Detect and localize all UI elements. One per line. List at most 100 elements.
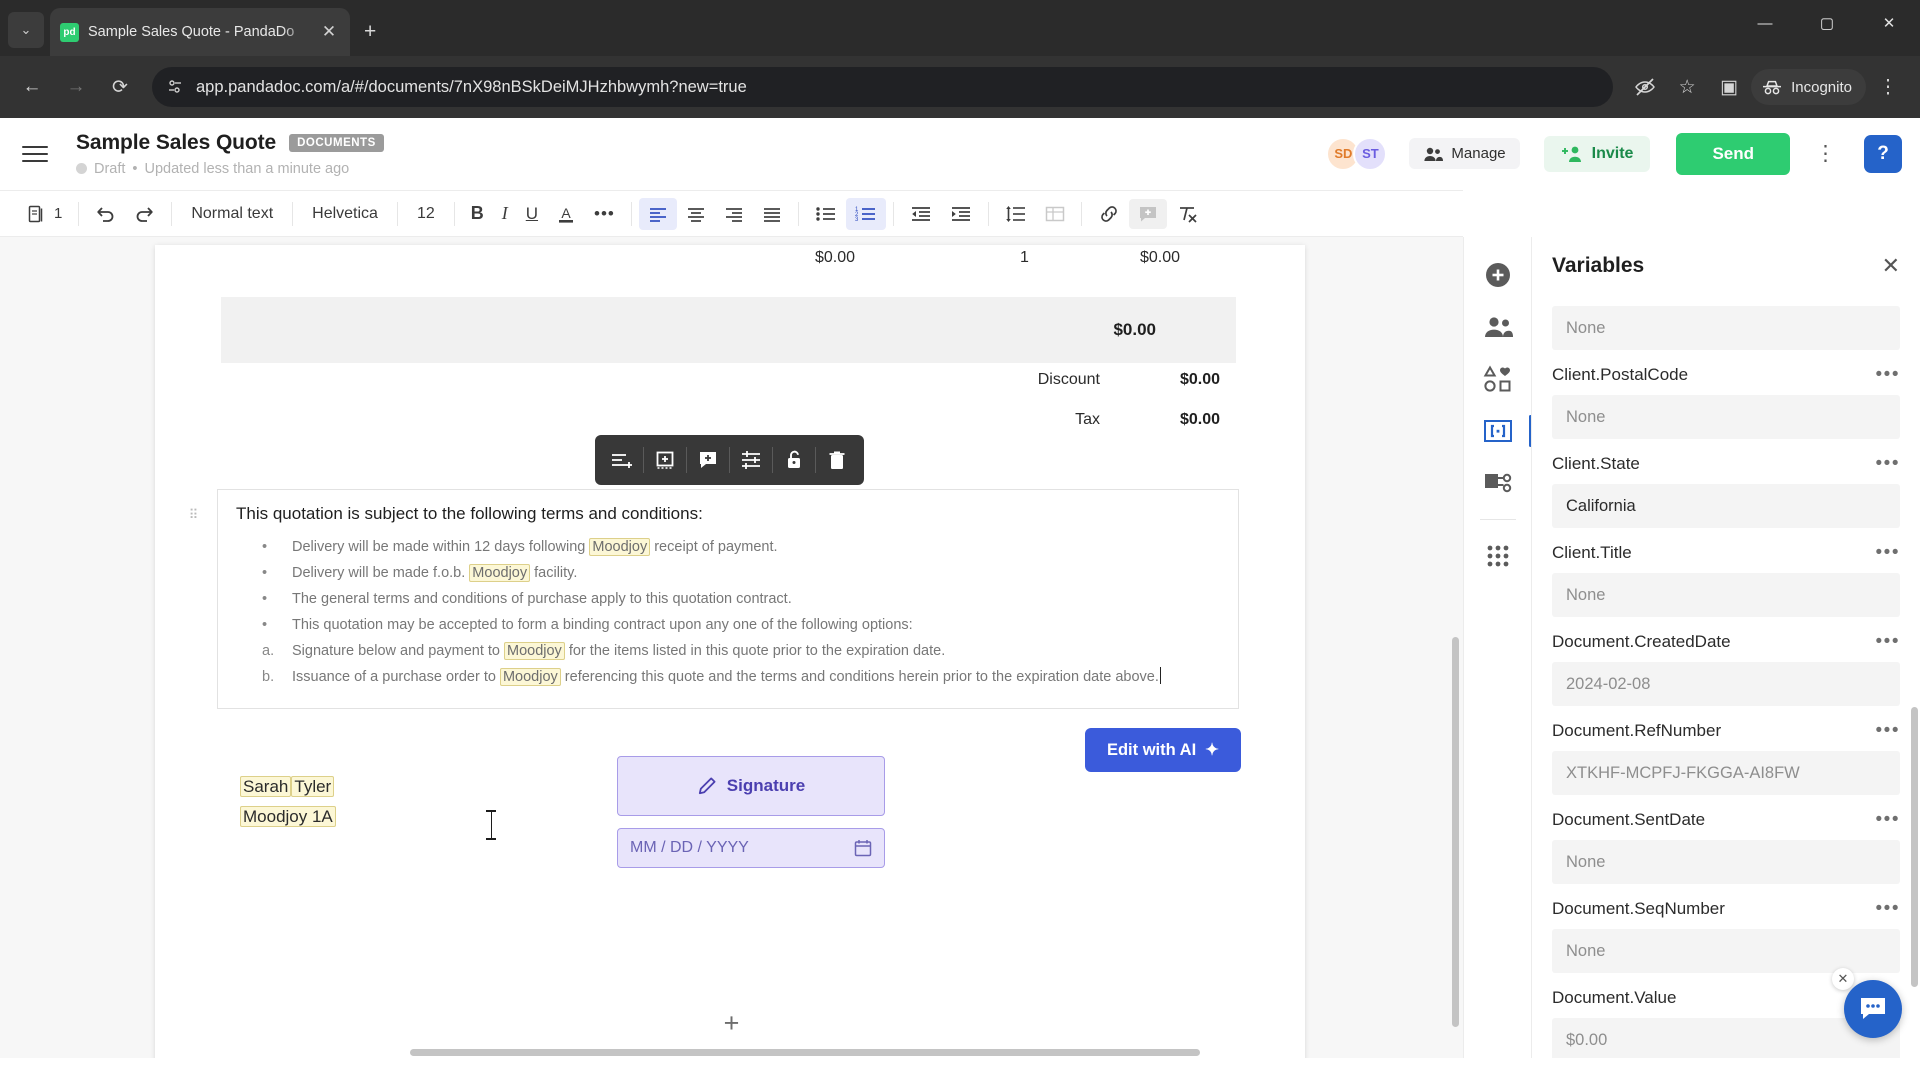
variable-menu-icon[interactable]: ••• <box>1876 720 1900 742</box>
line-spacing-icon[interactable] <box>996 191 1036 237</box>
address-bar[interactable]: app.pandadoc.com/a/#/documents/7nX98nBSk… <box>152 67 1614 107</box>
add-comment-icon[interactable] <box>687 439 729 481</box>
variable-token[interactable]: Moodjoy <box>589 538 651 556</box>
eye-off-icon[interactable] <box>1625 67 1665 107</box>
variable-value-input[interactable]: None <box>1552 395 1900 439</box>
font-size-select[interactable]: 12 <box>405 205 447 223</box>
close-tab-icon[interactable]: ✕ <box>318 22 340 42</box>
variable-value-input[interactable]: XTKHF-MCPFJ-FKGGA-AI8FW <box>1552 751 1900 795</box>
paragraph-style-select[interactable]: Normal text <box>179 205 285 223</box>
variable-value-input[interactable]: None <box>1552 306 1900 350</box>
delete-icon[interactable] <box>816 439 858 481</box>
signer-name-block[interactable]: Sarah Tyler Moodjoy 1A <box>240 772 336 832</box>
variable-menu-icon[interactable]: ••• <box>1876 364 1900 386</box>
variable-item[interactable]: Client.State ••• California <box>1552 439 1900 528</box>
tab-search-button[interactable]: ⌄ <box>8 12 44 48</box>
close-chat-icon[interactable]: ✕ <box>1832 968 1854 990</box>
variable-item[interactable]: None <box>1552 295 1900 350</box>
browser-tab[interactable]: pd Sample Sales Quote - PandaDo ✕ <box>50 8 350 56</box>
terms-text-block[interactable]: This quotation is subject to the followi… <box>217 489 1239 709</box>
block-drag-handle[interactable]: ⠿ <box>183 501 203 527</box>
variable-value-input[interactable]: None <box>1552 840 1900 884</box>
add-page-button[interactable]: + <box>715 1006 749 1040</box>
variable-menu-icon[interactable]: ••• <box>1876 631 1900 653</box>
document-page[interactable]: $0.00 1 $0.00 $0.00 Discount $0.00 Tax $… <box>155 245 1305 1058</box>
variable-value-input[interactable]: None <box>1552 929 1900 973</box>
underline-button[interactable]: U <box>517 191 547 237</box>
variable-item[interactable]: Client.PostalCode ••• None <box>1552 350 1900 439</box>
variable-item[interactable]: Document.CreatedDate ••• 2024-02-08 <box>1552 617 1900 706</box>
undo-icon[interactable] <box>86 191 125 237</box>
align-left-icon[interactable] <box>638 197 677 230</box>
date-field[interactable]: MM / DD / YYYY <box>617 828 885 868</box>
edit-with-ai-button[interactable]: Edit with AI ✦ <box>1084 728 1241 772</box>
numbered-list-icon[interactable]: 123 <box>845 197 886 230</box>
outdent-icon[interactable] <box>901 191 941 237</box>
more-formatting-button[interactable]: ••• <box>585 191 624 237</box>
redo-icon[interactable] <box>125 191 164 237</box>
bold-button[interactable]: B <box>462 191 493 237</box>
align-right-icon[interactable] <box>715 191 753 237</box>
canvas-horizontal-scrollbar[interactable] <box>410 1049 1200 1056</box>
link-icon[interactable] <box>1089 191 1129 237</box>
bullet-list-icon[interactable] <box>806 191 846 237</box>
indent-icon[interactable] <box>941 191 981 237</box>
signature-field[interactable]: Signature <box>617 756 885 816</box>
variable-menu-icon[interactable]: ••• <box>1876 453 1900 475</box>
chat-icon[interactable] <box>1844 980 1902 1038</box>
calendar-icon[interactable] <box>854 839 872 857</box>
page-navigator[interactable]: 1 <box>18 191 71 237</box>
help-button[interactable]: ? <box>1864 134 1902 173</box>
back-icon[interactable]: ← <box>12 67 52 107</box>
variable-item[interactable]: Document.RefNumber ••• XTKHF-MCPFJ-FKGGA-A… <box>1552 706 1900 795</box>
variable-item[interactable]: Document.SentDate ••• None <box>1552 795 1900 884</box>
align-center-icon[interactable] <box>677 191 715 237</box>
close-window-button[interactable]: ✕ <box>1858 0 1920 46</box>
maximize-button[interactable]: ▢ <box>1796 0 1858 46</box>
manage-button[interactable]: Manage <box>1409 138 1520 169</box>
block-floating-toolbar[interactable] <box>595 435 864 485</box>
incognito-indicator[interactable]: Incognito <box>1751 69 1866 105</box>
invite-button[interactable]: Invite <box>1543 135 1651 172</box>
variables-list[interactable]: None Client.PostalCode ••• None Client.State… <box>1532 295 1920 1058</box>
shapes-icon[interactable] <box>1474 355 1522 403</box>
browser-menu-icon[interactable]: ⋮ <box>1868 67 1908 107</box>
font-family-select[interactable]: Helvetica <box>300 205 390 223</box>
more-options-icon[interactable]: ⋮ <box>1812 141 1840 166</box>
close-panel-icon[interactable]: ✕ <box>1882 253 1900 279</box>
page-title[interactable]: Sample Sales Quote <box>76 131 276 155</box>
variable-token[interactable]: Moodjoy <box>504 642 565 660</box>
unlock-icon[interactable] <box>773 439 815 481</box>
variable-value-input[interactable]: California <box>1552 484 1900 528</box>
variables-scrollbar[interactable] <box>1911 707 1918 987</box>
variable-token[interactable]: Moodjoy <box>499 668 561 686</box>
minimize-button[interactable]: — <box>1734 0 1796 46</box>
variable-token[interactable]: Moodjoy <box>469 564 531 582</box>
add-content-icon[interactable] <box>1474 251 1522 299</box>
add-row-icon[interactable] <box>601 439 643 481</box>
variable-menu-icon[interactable]: ••• <box>1876 898 1900 920</box>
document-canvas[interactable]: $0.00 1 $0.00 $0.00 Discount $0.00 Tax $… <box>0 237 1463 1058</box>
variable-value-input[interactable]: None <box>1552 573 1900 617</box>
clear-format-icon[interactable] <box>1167 191 1207 237</box>
site-settings-icon[interactable] <box>166 78 184 96</box>
text-color-button[interactable]: A <box>547 191 585 237</box>
variable-item[interactable]: Document.SeqNumber ••• None <box>1552 884 1900 973</box>
send-button[interactable]: Send <box>1676 132 1790 175</box>
duplicate-block-icon[interactable] <box>644 439 686 481</box>
workflow-icon[interactable] <box>1474 459 1522 507</box>
variable-menu-icon[interactable]: ••• <box>1876 542 1900 564</box>
hamburger-icon[interactable] <box>22 145 48 162</box>
bookmark-star-icon[interactable]: ☆ <box>1667 67 1707 107</box>
comment-icon[interactable] <box>1128 198 1167 229</box>
new-tab-button[interactable]: + <box>364 20 376 44</box>
italic-button[interactable]: I <box>493 191 517 237</box>
settings-sliders-icon[interactable] <box>730 439 772 481</box>
align-justify-icon[interactable] <box>753 191 791 237</box>
variable-value-input[interactable]: 2024-02-08 <box>1552 662 1900 706</box>
variables-icon[interactable] <box>1474 407 1532 455</box>
recipients-icon[interactable] <box>1474 303 1522 351</box>
avatar[interactable]: ST <box>1353 136 1388 171</box>
variable-item[interactable]: Client.Title ••• None <box>1552 528 1900 617</box>
apps-grid-icon[interactable] <box>1474 532 1522 580</box>
